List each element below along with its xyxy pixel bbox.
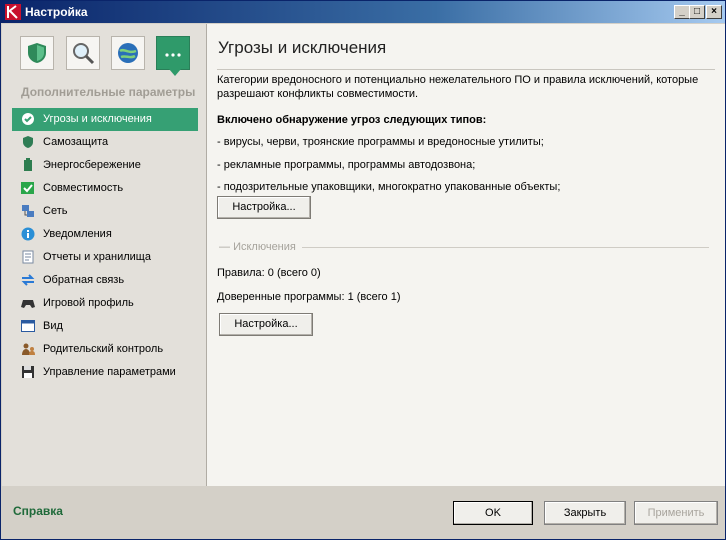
sidebar-item-power-saving[interactable]: Энергосбережение: [12, 154, 198, 177]
gamepad-icon: [21, 296, 35, 310]
sidebar-item-label: Совместимость: [43, 182, 124, 194]
network-icon: [21, 204, 35, 218]
kaspersky-logo-icon: [5, 4, 21, 20]
sidebar-item-view[interactable]: Вид: [12, 315, 198, 338]
trusted-programs-count: Доверенные программы: 1 (всего 1): [217, 291, 401, 303]
threats-section-title: Включено обнаружение угроз следующих тип…: [217, 114, 487, 126]
sidebar-item-network[interactable]: Сеть: [12, 200, 198, 223]
checkbox-icon: [21, 181, 35, 195]
close-button[interactable]: Закрыть: [544, 501, 626, 525]
sidebar-item-label: Родительский контроль: [43, 343, 164, 355]
shield-icon: [21, 135, 35, 149]
exclusions-heading: — Исключения: [219, 241, 296, 253]
rules-count: Правила: 0 (всего 0): [217, 267, 321, 279]
page-title: Угрозы и исключения: [218, 38, 387, 57]
title-bar[interactable]: Настройка _ □ ×: [1, 1, 725, 23]
help-link[interactable]: Справка: [13, 504, 63, 518]
view-icon: [21, 319, 35, 333]
parental-control-icon: [21, 342, 35, 356]
update-icon[interactable]: [111, 36, 145, 70]
sidebar-item-threats[interactable]: Угрозы и исключения: [12, 108, 198, 131]
battery-icon: [21, 158, 35, 172]
sidebar-item-label: Самозащита: [43, 136, 109, 148]
scan-icon[interactable]: [66, 36, 100, 70]
advanced-settings-icon[interactable]: [156, 36, 190, 76]
exclusions-divider: [302, 247, 709, 248]
page-description: Категории вредоносного и потенциально не…: [217, 74, 699, 100]
threat-type-line: - рекламные программы, программы автодоз…: [217, 159, 476, 171]
sidebar-item-gaming-profile[interactable]: Игровой профиль: [12, 292, 198, 315]
info-icon: [21, 227, 35, 241]
exclusions-heading-label: Исключения: [233, 241, 296, 253]
sidebar-item-feedback[interactable]: Обратная связь: [12, 269, 198, 292]
feedback-arrows-icon: [21, 273, 35, 287]
sidebar-menu: Угрозы и исключения Самозащита Энергосбе…: [12, 108, 198, 384]
sidebar-item-label: Энергосбережение: [43, 159, 141, 171]
sidebar-item-label: Обратная связь: [43, 274, 125, 286]
sidebar-item-label: Игровой профиль: [43, 297, 134, 309]
apply-button[interactable]: Применить: [634, 501, 718, 525]
sidebar-item-label: Вид: [43, 320, 63, 332]
ok-button[interactable]: OK: [453, 501, 533, 525]
sidebar-item-label: Отчеты и хранилища: [43, 251, 151, 263]
sidebar-item-parental-control[interactable]: Родительский контроль: [12, 338, 198, 361]
sidebar-item-label: Уведомления: [43, 228, 112, 240]
sidebar-item-reports[interactable]: Отчеты и хранилища: [12, 246, 198, 269]
shield-check-icon: [21, 112, 35, 126]
threat-type-line: - вирусы, черви, троянские программы и в…: [217, 136, 544, 148]
floppy-disk-icon: [21, 365, 35, 379]
sidebar-heading: Дополнительные параметры: [21, 85, 196, 99]
maximize-button[interactable]: □: [689, 5, 705, 19]
sidebar-item-label: Сеть: [43, 205, 68, 217]
threat-type-line: - подозрительные упаковщики, многократно…: [217, 181, 561, 193]
sidebar-item-self-defense[interactable]: Самозащита: [12, 131, 198, 154]
window-title: Настройка: [25, 5, 88, 19]
sidebar-item-label: Управление параметрами: [43, 366, 176, 378]
report-icon: [21, 250, 35, 264]
content-panel: Угрозы и исключения Категории вредоносно…: [207, 24, 725, 486]
threats-settings-button[interactable]: Настройка...: [217, 196, 311, 219]
sidebar-item-notifications[interactable]: Уведомления: [12, 223, 198, 246]
exclusions-settings-button[interactable]: Настройка...: [219, 313, 313, 336]
sidebar-item-compatibility[interactable]: Совместимость: [12, 177, 198, 200]
minimize-button[interactable]: _: [674, 5, 690, 19]
sidebar-item-manage-settings[interactable]: Управление параметрами: [12, 361, 198, 384]
close-window-button[interactable]: ×: [706, 5, 722, 19]
sidebar: Дополнительные параметры Угрозы и исключ…: [2, 24, 207, 486]
title-divider: [217, 69, 715, 70]
protection-icon[interactable]: [20, 36, 54, 70]
sidebar-item-label: Угрозы и исключения: [43, 113, 152, 125]
settings-window: Настройка _ □ × Дополнительные параметры…: [0, 0, 726, 540]
